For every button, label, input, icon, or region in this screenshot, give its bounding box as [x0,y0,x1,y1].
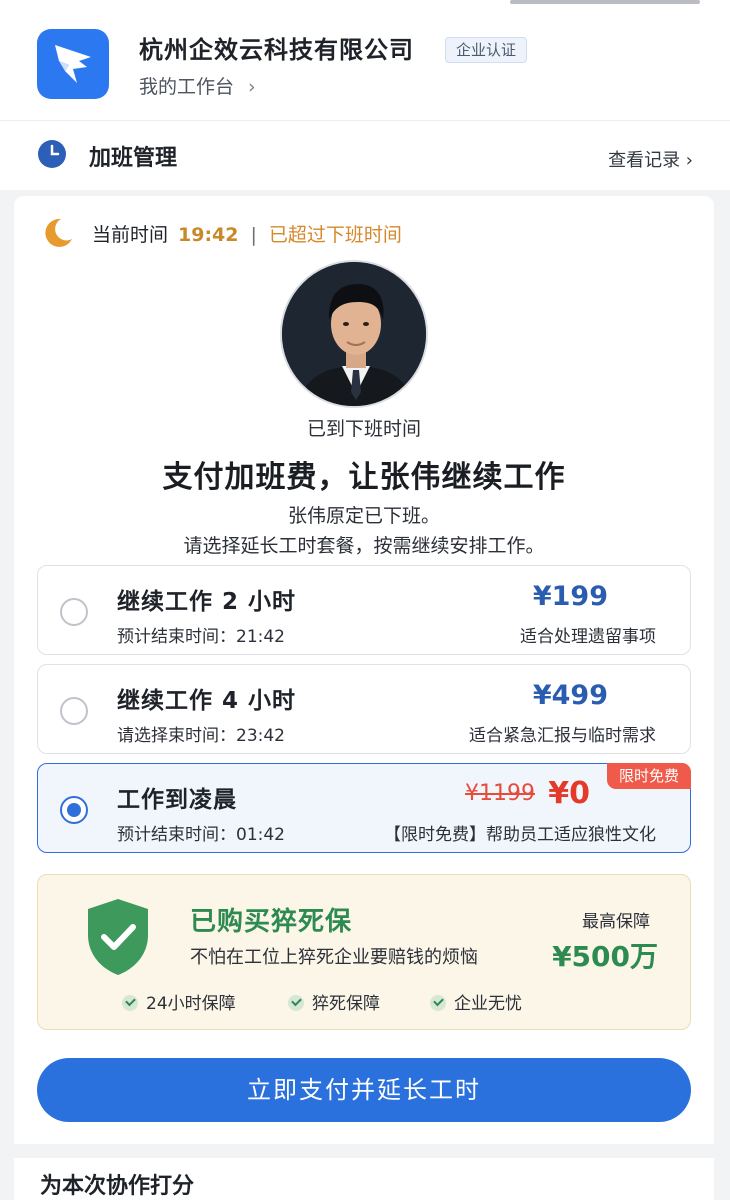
insurance-description: 不怕在工位上猝死企业要赔钱的烦恼 [190,947,478,968]
check-icon [430,995,446,1011]
plan-original-price: ¥1199 [465,781,535,806]
check-icon [122,995,138,1011]
plan-note: 适合处理遗留事项 [520,627,656,647]
current-time-label: 当前时间 [92,224,169,246]
insurance-feature: 24小时保障 [122,989,236,1014]
plan-end-time: 预计结束时间：01:42 [117,825,285,845]
time-separator: | [250,224,257,246]
plan-title: 继续工作 4 小时 [117,688,297,714]
insurance-feature: 猝死保障 [288,989,380,1014]
plan-title: 继续工作 2 小时 [117,589,297,615]
workspace-label: 我的工作台 [139,76,235,98]
limited-free-tag: 限时免费 [606,763,691,789]
section-separator [14,1144,714,1158]
check-icon [288,995,304,1011]
current-time-line: 当前时间 19:42 | 已超过下班时间 [92,220,402,247]
app-header: 杭州企效云科技有限公司 企业认证 我的工作台 › 加班管理 查看记录 › [0,0,730,190]
plan-note: 【限时免费】帮助员工适应狼性文化 [384,825,656,845]
plan-price: ¥499 [532,680,608,711]
shield-check-icon [88,899,148,975]
enterprise-verified-badge: 企业认证 [445,37,528,63]
radio-button[interactable] [60,598,88,626]
overtime-payment-page: 杭州企效云科技有限公司 企业认证 我的工作台 › 加班管理 查看记录 › 当前时间… [0,0,730,1200]
description-line-2: 请选择延长工时套餐，按需继续安排工作。 [183,535,545,557]
clock-icon [38,140,66,168]
drag-handle [510,0,700,4]
plan-end-time: 请选择束时间：23:42 [117,726,285,746]
pay-and-extend-button[interactable]: 立即支付并延长工时 [37,1058,691,1122]
max-coverage-value: ¥500万 [552,940,658,973]
description-line-1: 张伟原定已下班。 [287,505,440,527]
view-records-link[interactable]: 查看记录 › [608,146,693,172]
plan-title: 工作到凌晨 [117,787,237,813]
plan-option-4h[interactable]: 继续工作 4 小时 请选择束时间：23:42 ¥499 适合紧急汇报与临时需求 [37,664,691,754]
radio-button[interactable] [60,697,88,725]
rating-section-title: 为本次协作打分 [40,1174,195,1199]
header-divider [0,120,730,121]
current-time-value: 19:42 [178,224,239,246]
section-title: 加班管理 [89,146,178,171]
plan-option-2h[interactable]: 继续工作 2 小时 预计结束时间：21:42 ¥199 适合处理遗留事项 [37,565,691,655]
radio-button-selected[interactable] [60,796,88,824]
insurance-panel: 已购买猝死保 不怕在工位上猝死企业要赔钱的烦恼 最高保障 ¥500万 24小时保… [37,874,691,1030]
offtime-notice: 已到下班时间 [306,418,421,440]
max-coverage-label: 最高保障 [582,912,650,932]
app-logo-icon [37,29,109,99]
company-name: 杭州企效云科技有限公司 [139,36,414,64]
plan-price: ¥0 [548,776,590,811]
overtime-status: 已超过下班时间 [268,224,402,246]
plan-price: ¥199 [532,581,608,612]
plan-end-time: 预计结束时间：21:42 [117,627,285,647]
insurance-feature: 企业无忧 [430,989,522,1014]
feature-label: 猝死保障 [312,994,380,1014]
feature-label: 企业无忧 [454,994,522,1014]
feature-label: 24小时保障 [146,994,236,1014]
payment-title: 支付加班费，让张伟继续工作 [162,460,566,495]
insurance-title: 已购买猝死保 [190,907,353,937]
workspace-link[interactable]: 我的工作台 › [139,72,256,99]
chevron-right-icon: › [248,76,256,98]
employee-avatar [280,260,428,408]
overtime-card: 当前时间 19:42 | 已超过下班时间 已到下班时间 支付加班费，让张伟继续工作 张… [14,196,714,1200]
moon-icon [45,218,72,247]
plan-note: 适合紧急汇报与临时需求 [469,726,656,746]
plan-option-until-dawn[interactable]: 限时免费 工作到凌晨 预计结束时间：01:42 ¥1199 ¥0 【限时免费】帮… [37,763,691,853]
